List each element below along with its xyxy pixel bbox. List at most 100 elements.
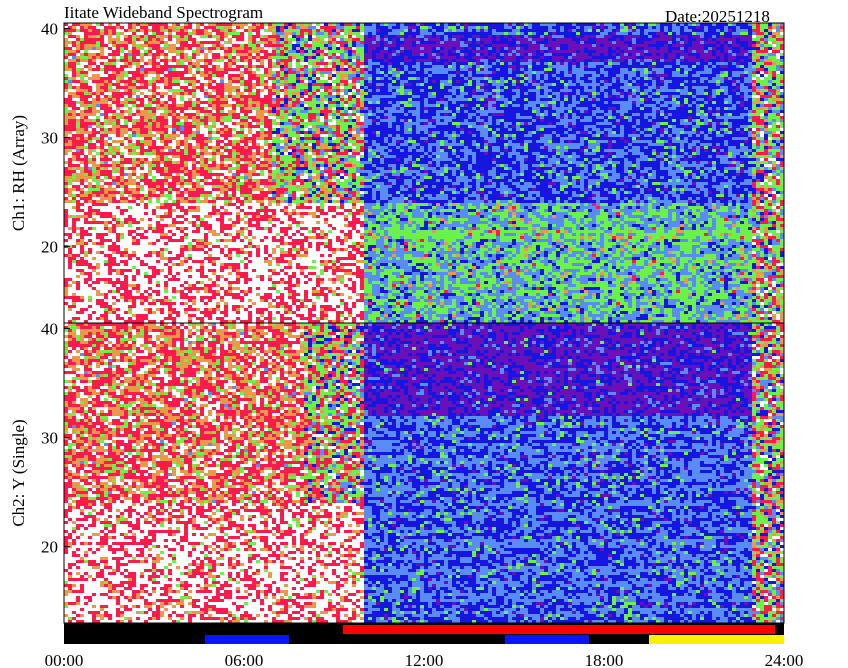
heatmap-cell [104, 119, 108, 122]
heatmap-cell [80, 131, 84, 134]
heatmap-cell [76, 191, 80, 194]
heatmap-cell [68, 146, 72, 149]
heatmap-cell [68, 281, 72, 284]
heatmap-cell [64, 50, 68, 53]
heatmap-cell [76, 200, 80, 203]
heatmap-cell [92, 71, 96, 74]
heatmap-cell [100, 182, 104, 185]
heatmap-cell [72, 119, 76, 122]
heatmap-cell [104, 59, 108, 62]
heatmap-cell [76, 224, 80, 227]
heatmap-cell [100, 47, 104, 50]
heatmap-cell [100, 110, 104, 113]
heatmap-cell [84, 269, 88, 272]
heatmap-cell [96, 53, 100, 56]
heatmap-cell [64, 224, 68, 227]
heatmap-cell [72, 242, 76, 245]
heatmap-cell [68, 287, 72, 290]
heatmap-cell [96, 233, 100, 236]
heatmap-cell [68, 191, 72, 194]
heatmap-cell [100, 155, 104, 158]
heatmap-cell [92, 233, 96, 236]
heatmap-cell [100, 50, 104, 53]
heatmap-cell [96, 302, 100, 305]
heatmap-cell [84, 242, 88, 245]
heatmap-cell [76, 188, 80, 191]
heatmap-cell [100, 86, 104, 89]
heatmap-cell [100, 101, 104, 104]
heatmap-cell [64, 257, 68, 260]
heatmap-cell [88, 134, 92, 137]
heatmap-cell [84, 233, 88, 236]
heatmap-cell [76, 263, 80, 266]
heatmap-cell [100, 71, 104, 74]
heatmap-cell [84, 98, 88, 101]
heatmap-cell [104, 116, 108, 119]
heatmap-cell [88, 110, 92, 113]
heatmap-cell [92, 197, 96, 200]
heatmap-cell [88, 158, 92, 161]
heatmap-cell [80, 257, 84, 260]
heatmap-cell [76, 155, 80, 158]
heatmap-cell [84, 239, 88, 242]
heatmap-cell [96, 107, 100, 110]
heatmap-cell [100, 212, 104, 215]
heatmap-cell [76, 287, 80, 290]
heatmap-cell [92, 266, 96, 269]
heatmap-cell [88, 167, 92, 170]
heatmap-cell [100, 143, 104, 146]
heatmap-cell [92, 254, 96, 257]
heatmap-cell [88, 230, 92, 233]
heatmap-cell [88, 47, 92, 50]
heatmap-cell [68, 131, 72, 134]
heatmap-cell [76, 149, 80, 152]
heatmap-cell [80, 188, 84, 191]
heatmap-cell [72, 254, 76, 257]
heatmap-cell [76, 29, 80, 32]
heatmap-cell [72, 83, 76, 86]
heatmap-cell [84, 56, 88, 59]
heatmap-cell [68, 41, 72, 44]
heatmap-cell [100, 80, 104, 83]
heatmap-cell [64, 35, 68, 38]
heatmap-cell [68, 104, 72, 107]
heatmap-cell [76, 281, 80, 284]
heatmap-cell [68, 308, 72, 311]
heatmap-cell [72, 221, 76, 224]
heatmap-cell [64, 284, 68, 287]
heatmap-cell [72, 239, 76, 242]
heatmap-cell [76, 230, 80, 233]
heatmap-cell [84, 209, 88, 212]
heatmap-cell [64, 290, 68, 293]
heatmap-cell [96, 191, 100, 194]
heatmap-cell [64, 128, 68, 131]
heatmap-cell [104, 125, 108, 128]
heatmap-cell [100, 152, 104, 155]
heatmap-cell [76, 284, 80, 287]
heatmap-cell [104, 152, 108, 155]
heatmap-cell [92, 200, 96, 203]
heatmap-cell [72, 140, 76, 143]
panels: 203040Ch1: RH (Array)203040Ch2: Y (Singl… [9, 19, 784, 623]
heatmap-cell [104, 209, 108, 212]
heatmap-cell [92, 104, 96, 107]
heatmap-cell [92, 62, 96, 65]
heatmap-cell [96, 176, 100, 179]
heatmap-cell [64, 122, 68, 125]
heatmap-cell [84, 44, 88, 47]
heatmap-cell [64, 260, 68, 263]
heatmap-cell [100, 140, 104, 143]
heatmap-cell [96, 197, 100, 200]
heatmap-cell [104, 164, 108, 167]
heatmap-cell [92, 47, 96, 50]
heatmap-cell [92, 95, 96, 98]
heatmap-cell [104, 167, 108, 170]
heatmap-cell [80, 179, 84, 182]
heatmap-cell [76, 77, 80, 80]
heatmap-cell [76, 185, 80, 188]
heatmap-cell [84, 140, 88, 143]
heatmap-cell [84, 260, 88, 263]
heatmap-cell [100, 284, 104, 287]
heatmap-cell [100, 266, 104, 269]
heatmap-cell [84, 86, 88, 89]
